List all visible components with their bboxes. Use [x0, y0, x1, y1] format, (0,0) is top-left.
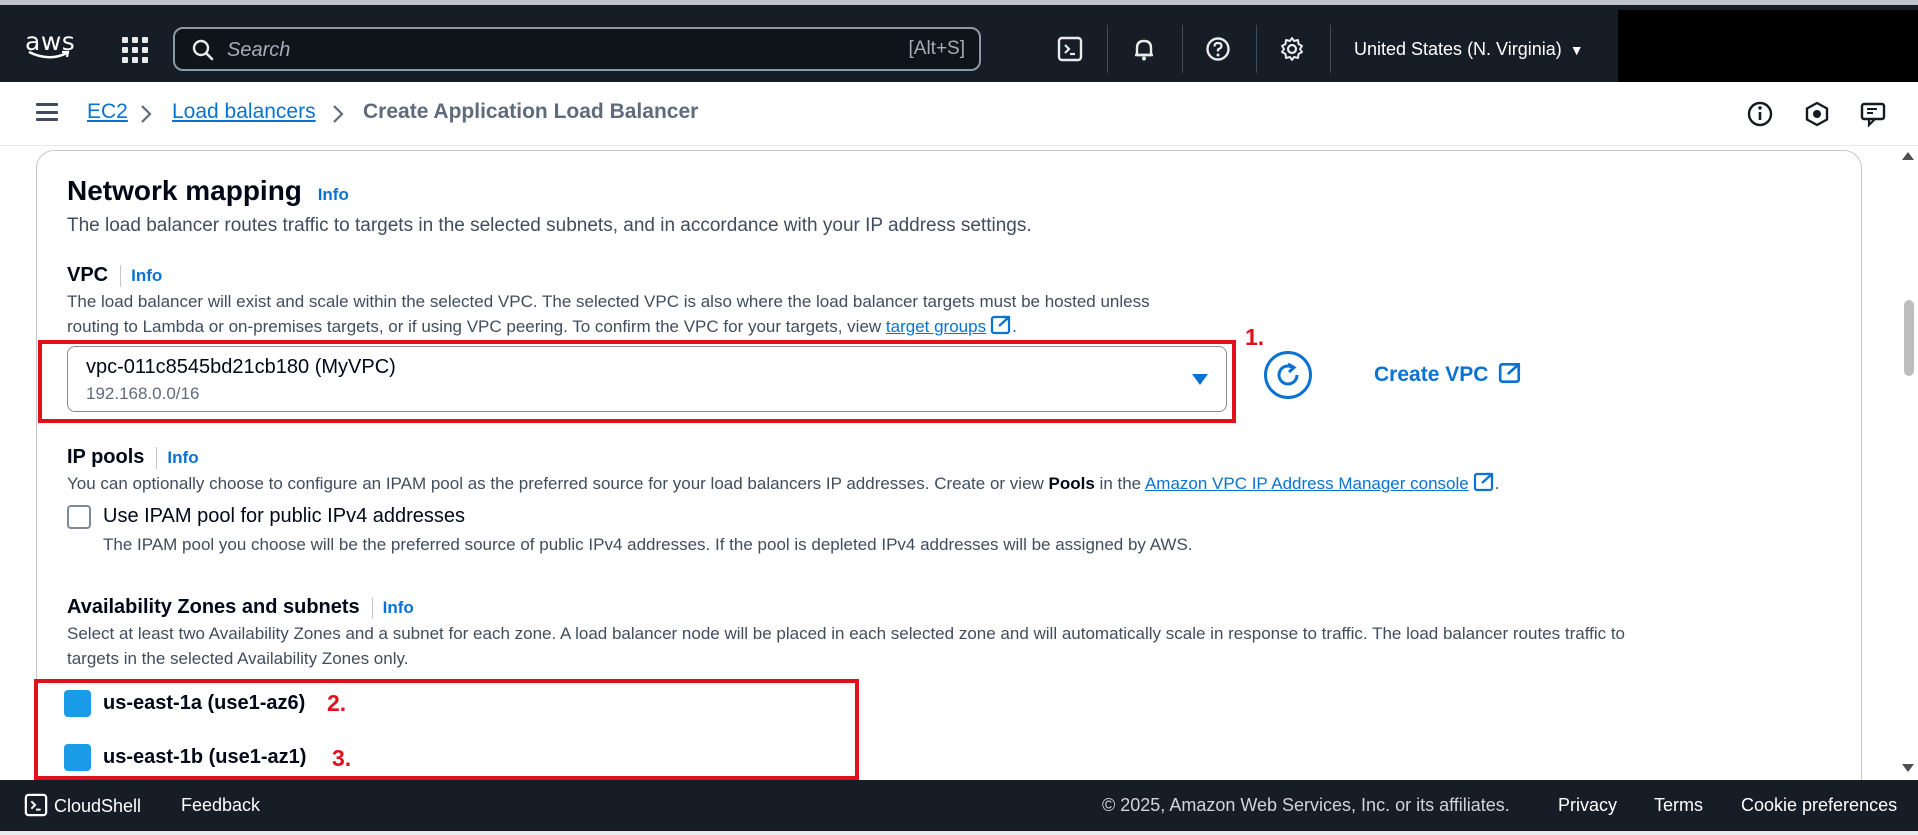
nav-divider [1182, 25, 1183, 73]
top-navigation: aws [Alt+S] United States (N. Virginia) ▼ [0, 5, 1918, 82]
terms-link[interactable]: Terms [1654, 795, 1703, 816]
breadcrumb-bar: EC2 Load balancers Create Application Lo… [0, 82, 1918, 146]
nav-divider [1107, 25, 1108, 73]
az-description: Select at least two Availability Zones a… [67, 624, 1626, 668]
network-mapping-info-link[interactable]: Info [318, 185, 349, 204]
annotation-marker-3: 3. [332, 745, 352, 771]
cloudshell-icon [24, 793, 48, 817]
vpc-description: The load balancer will exist and scale w… [67, 292, 1150, 336]
vpc-info-link[interactable]: Info [131, 266, 162, 285]
ip-pools-info-link[interactable]: Info [167, 448, 198, 467]
region-selector[interactable]: United States (N. Virginia) ▼ [1354, 39, 1584, 60]
window-bottom-border [0, 831, 1918, 835]
feedback-link[interactable]: Feedback [181, 795, 260, 816]
ip-pools-description: You can optionally choose to configure a… [67, 472, 1500, 493]
external-link-icon [1499, 362, 1521, 384]
services-grid-icon[interactable] [122, 37, 148, 63]
annotation-marker-2: 2. [327, 690, 347, 716]
cloudshell-icon[interactable] [1051, 30, 1089, 68]
ipam-pool-checkbox[interactable] [67, 505, 91, 529]
help-icon[interactable] [1199, 30, 1237, 68]
az-info-link[interactable]: Info [383, 598, 414, 617]
refresh-button[interactable] [1264, 351, 1312, 399]
chevron-right-icon [333, 105, 344, 123]
az-subnets-label: Availability Zones and subnets Info [67, 596, 414, 619]
scrollbar-thumb[interactable] [1904, 300, 1914, 376]
external-link-icon [1473, 472, 1493, 492]
nav-divider [1256, 25, 1257, 73]
breadcrumb-load-balancers[interactable]: Load balancers [172, 100, 316, 124]
network-mapping-heading: Network mapping Info [67, 175, 349, 206]
bell-icon[interactable] [1125, 30, 1163, 68]
external-link-icon [990, 315, 1011, 335]
ipam-pool-checkbox-description: The IPAM pool you choose will be the pre… [103, 535, 1193, 554]
aws-logo[interactable]: aws [25, 27, 75, 61]
security-icon[interactable] [1803, 100, 1831, 128]
search-shortcut-hint: [Alt+S] [908, 38, 966, 59]
scroll-up-arrow-icon[interactable] [1902, 152, 1914, 160]
footer: CloudShell Feedback © 2025, Amazon Web S… [0, 780, 1918, 831]
ip-pools-label: IP pools Info [67, 446, 199, 469]
scroll-down-arrow-icon[interactable] [1902, 764, 1914, 772]
search-icon [192, 39, 214, 61]
annotation-box-vpc [38, 340, 1236, 423]
vpc-label: VPC Info [67, 264, 163, 287]
feedback-icon[interactable] [1859, 100, 1887, 128]
chevron-right-icon [141, 105, 152, 123]
breadcrumb-current: Create Application Load Balancer [363, 100, 699, 123]
scrollbar[interactable] [1898, 146, 1918, 780]
search-bar[interactable]: [Alt+S] [173, 27, 981, 71]
refresh-icon [1277, 362, 1299, 386]
nav-divider [1330, 25, 1331, 73]
menu-icon[interactable] [36, 103, 58, 121]
region-label: United States (N. Virginia) [1354, 39, 1562, 59]
target-groups-link[interactable]: target groups [886, 317, 986, 336]
annotation-box-az [34, 679, 859, 780]
network-mapping-description: The load balancer routes traffic to targ… [67, 215, 1032, 236]
cookie-preferences-link[interactable]: Cookie preferences [1741, 795, 1897, 816]
search-input[interactable] [227, 35, 827, 65]
aws-smile-icon [28, 50, 70, 59]
cloudshell-footer-button[interactable]: CloudShell [24, 793, 141, 817]
ipam-pool-checkbox-label[interactable]: Use IPAM pool for public IPv4 addresses [103, 505, 465, 528]
info-icon[interactable] [1746, 100, 1774, 128]
privacy-link[interactable]: Privacy [1558, 795, 1617, 816]
create-vpc-link[interactable]: Create VPC [1374, 362, 1522, 387]
ipam-console-link[interactable]: Amazon VPC IP Address Manager console [1145, 474, 1469, 493]
redacted-account-area [1618, 10, 1918, 82]
copyright-text: © 2025, Amazon Web Services, Inc. or its… [1102, 795, 1510, 815]
annotation-marker-1: 1. [1245, 324, 1265, 350]
breadcrumb-ec2[interactable]: EC2 [87, 100, 128, 124]
gear-icon[interactable] [1273, 30, 1311, 68]
caret-down-icon: ▼ [1569, 42, 1584, 58]
